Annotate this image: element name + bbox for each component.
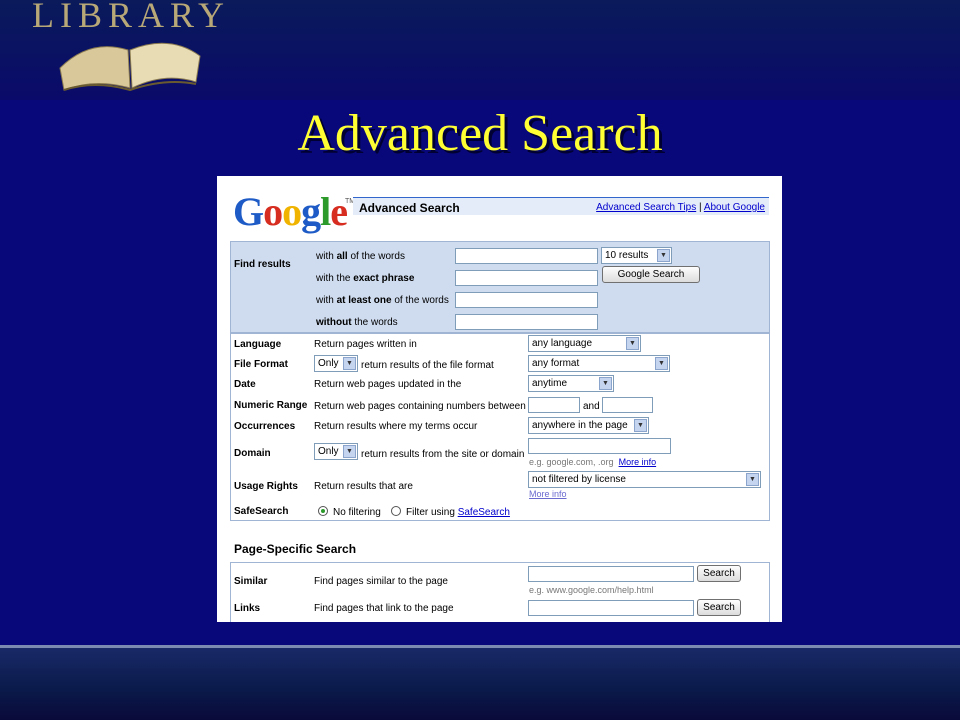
find-row-exact: with the exact phrase [316, 273, 415, 284]
advanced-search-bar: Advanced Search Advanced Search Tips | A… [353, 197, 769, 215]
chevron-down-icon: ▼ [655, 357, 668, 370]
usage-rights-select[interactable]: not filtered by license ▼ [528, 471, 761, 488]
domain-qualifier-select[interactable]: Only ▼ [314, 443, 358, 460]
usage-more-info-link[interactable]: More info [529, 489, 567, 499]
date-label: Date [234, 379, 256, 390]
chevron-down-icon: ▼ [746, 473, 759, 486]
chevron-down-icon: ▼ [657, 249, 670, 262]
date-desc: Return web pages updated in the [314, 379, 462, 390]
numeric-to-input[interactable] [602, 397, 653, 413]
find-row-all: with all of the words [316, 251, 405, 262]
filter-safesearch-text: Filter using SafeSearch [406, 507, 510, 518]
find-results-section: Find results with all of the words with … [230, 241, 770, 333]
slide-title: Advanced Search [297, 105, 663, 162]
domain-label: Domain [234, 448, 271, 459]
link-separator: | [698, 202, 702, 213]
similar-label: Similar [234, 576, 268, 587]
language-label: Language [234, 339, 282, 350]
links-input[interactable] [528, 600, 694, 616]
find-results-label: Find results [234, 259, 291, 270]
file-format-select[interactable]: any format ▼ [528, 355, 670, 372]
similar-search-button[interactable]: Search [697, 565, 741, 582]
similar-hint: e.g. www.google.com/help.html [529, 585, 654, 595]
numeric-range-desc: Return web pages containing numbers betw… [314, 401, 526, 412]
domain-hint: e.g. google.com, .org More info [529, 457, 657, 467]
links-label: Links [234, 603, 261, 614]
links-desc: Find pages that link to the page [314, 603, 454, 614]
date-select[interactable]: anytime ▼ [528, 375, 614, 392]
occurrences-select[interactable]: anywhere in the page ▼ [528, 417, 649, 434]
numeric-and-text: and [583, 401, 600, 412]
without-words-input[interactable] [455, 314, 598, 330]
filter-safesearch-radio[interactable] [391, 506, 401, 516]
results-count-select[interactable]: 10 results ▼ [601, 247, 672, 264]
exact-phrase-input[interactable] [455, 270, 598, 286]
google-search-button[interactable]: Google Search [602, 266, 700, 283]
page-specific-title: Page-Specific Search [234, 542, 357, 556]
usage-rights-desc: Return results that are [314, 481, 413, 492]
safesearch-link[interactable]: SafeSearch [458, 507, 510, 518]
domain-input[interactable] [528, 438, 671, 454]
domain-desc: return results from the site or domain [361, 449, 525, 460]
similar-input[interactable] [528, 566, 694, 582]
no-filtering-text: No filtering [333, 507, 381, 518]
language-desc: Return pages written in [314, 339, 417, 350]
advanced-search-tips-link[interactable]: Advanced Search Tips [596, 202, 696, 213]
chevron-down-icon: ▼ [343, 445, 356, 458]
language-select[interactable]: any language ▼ [528, 335, 641, 352]
occurrences-desc: Return results where my terms occur [314, 421, 478, 432]
google-logo: Google [233, 189, 348, 234]
file-format-label: File Format [234, 359, 288, 370]
about-google-link[interactable]: About Google [704, 202, 765, 213]
find-row-atleast: with at least one of the words [316, 295, 449, 306]
bar-title: Advanced Search [359, 201, 460, 215]
no-filtering-radio[interactable] [318, 506, 328, 516]
numeric-range-label: Numeric Range [234, 400, 308, 411]
open-book-icon [59, 42, 201, 92]
occurrences-label: Occurrences [234, 421, 296, 432]
chevron-down-icon: ▼ [626, 337, 639, 350]
chevron-down-icon: ▼ [343, 357, 356, 370]
at-least-one-input[interactable] [455, 292, 598, 308]
domain-more-info-link[interactable]: More info [619, 457, 657, 467]
find-row-without: without the words [316, 317, 398, 328]
bar-links: Advanced Search Tips | About Google [596, 202, 765, 213]
page-specific-section: Similar Find pages similar to the page S… [230, 562, 770, 622]
options-section: Language Return pages written in any lan… [230, 333, 770, 521]
chevron-down-icon: ▼ [599, 377, 612, 390]
chevron-down-icon: ▼ [634, 419, 647, 432]
google-advanced-search-screenshot: Google TM Advanced Search Advanced Searc… [217, 176, 782, 622]
usage-rights-label: Usage Rights [234, 481, 298, 492]
links-search-button[interactable]: Search [697, 599, 741, 616]
all-words-input[interactable] [455, 248, 598, 264]
numeric-from-input[interactable] [528, 397, 580, 413]
footer-divider [0, 645, 960, 648]
file-format-desc: return results of the file format [361, 360, 494, 371]
safesearch-label: SafeSearch [234, 506, 289, 517]
file-format-qualifier-select[interactable]: Only ▼ [314, 355, 358, 372]
slide-footer [0, 645, 960, 720]
similar-desc: Find pages similar to the page [314, 576, 448, 587]
